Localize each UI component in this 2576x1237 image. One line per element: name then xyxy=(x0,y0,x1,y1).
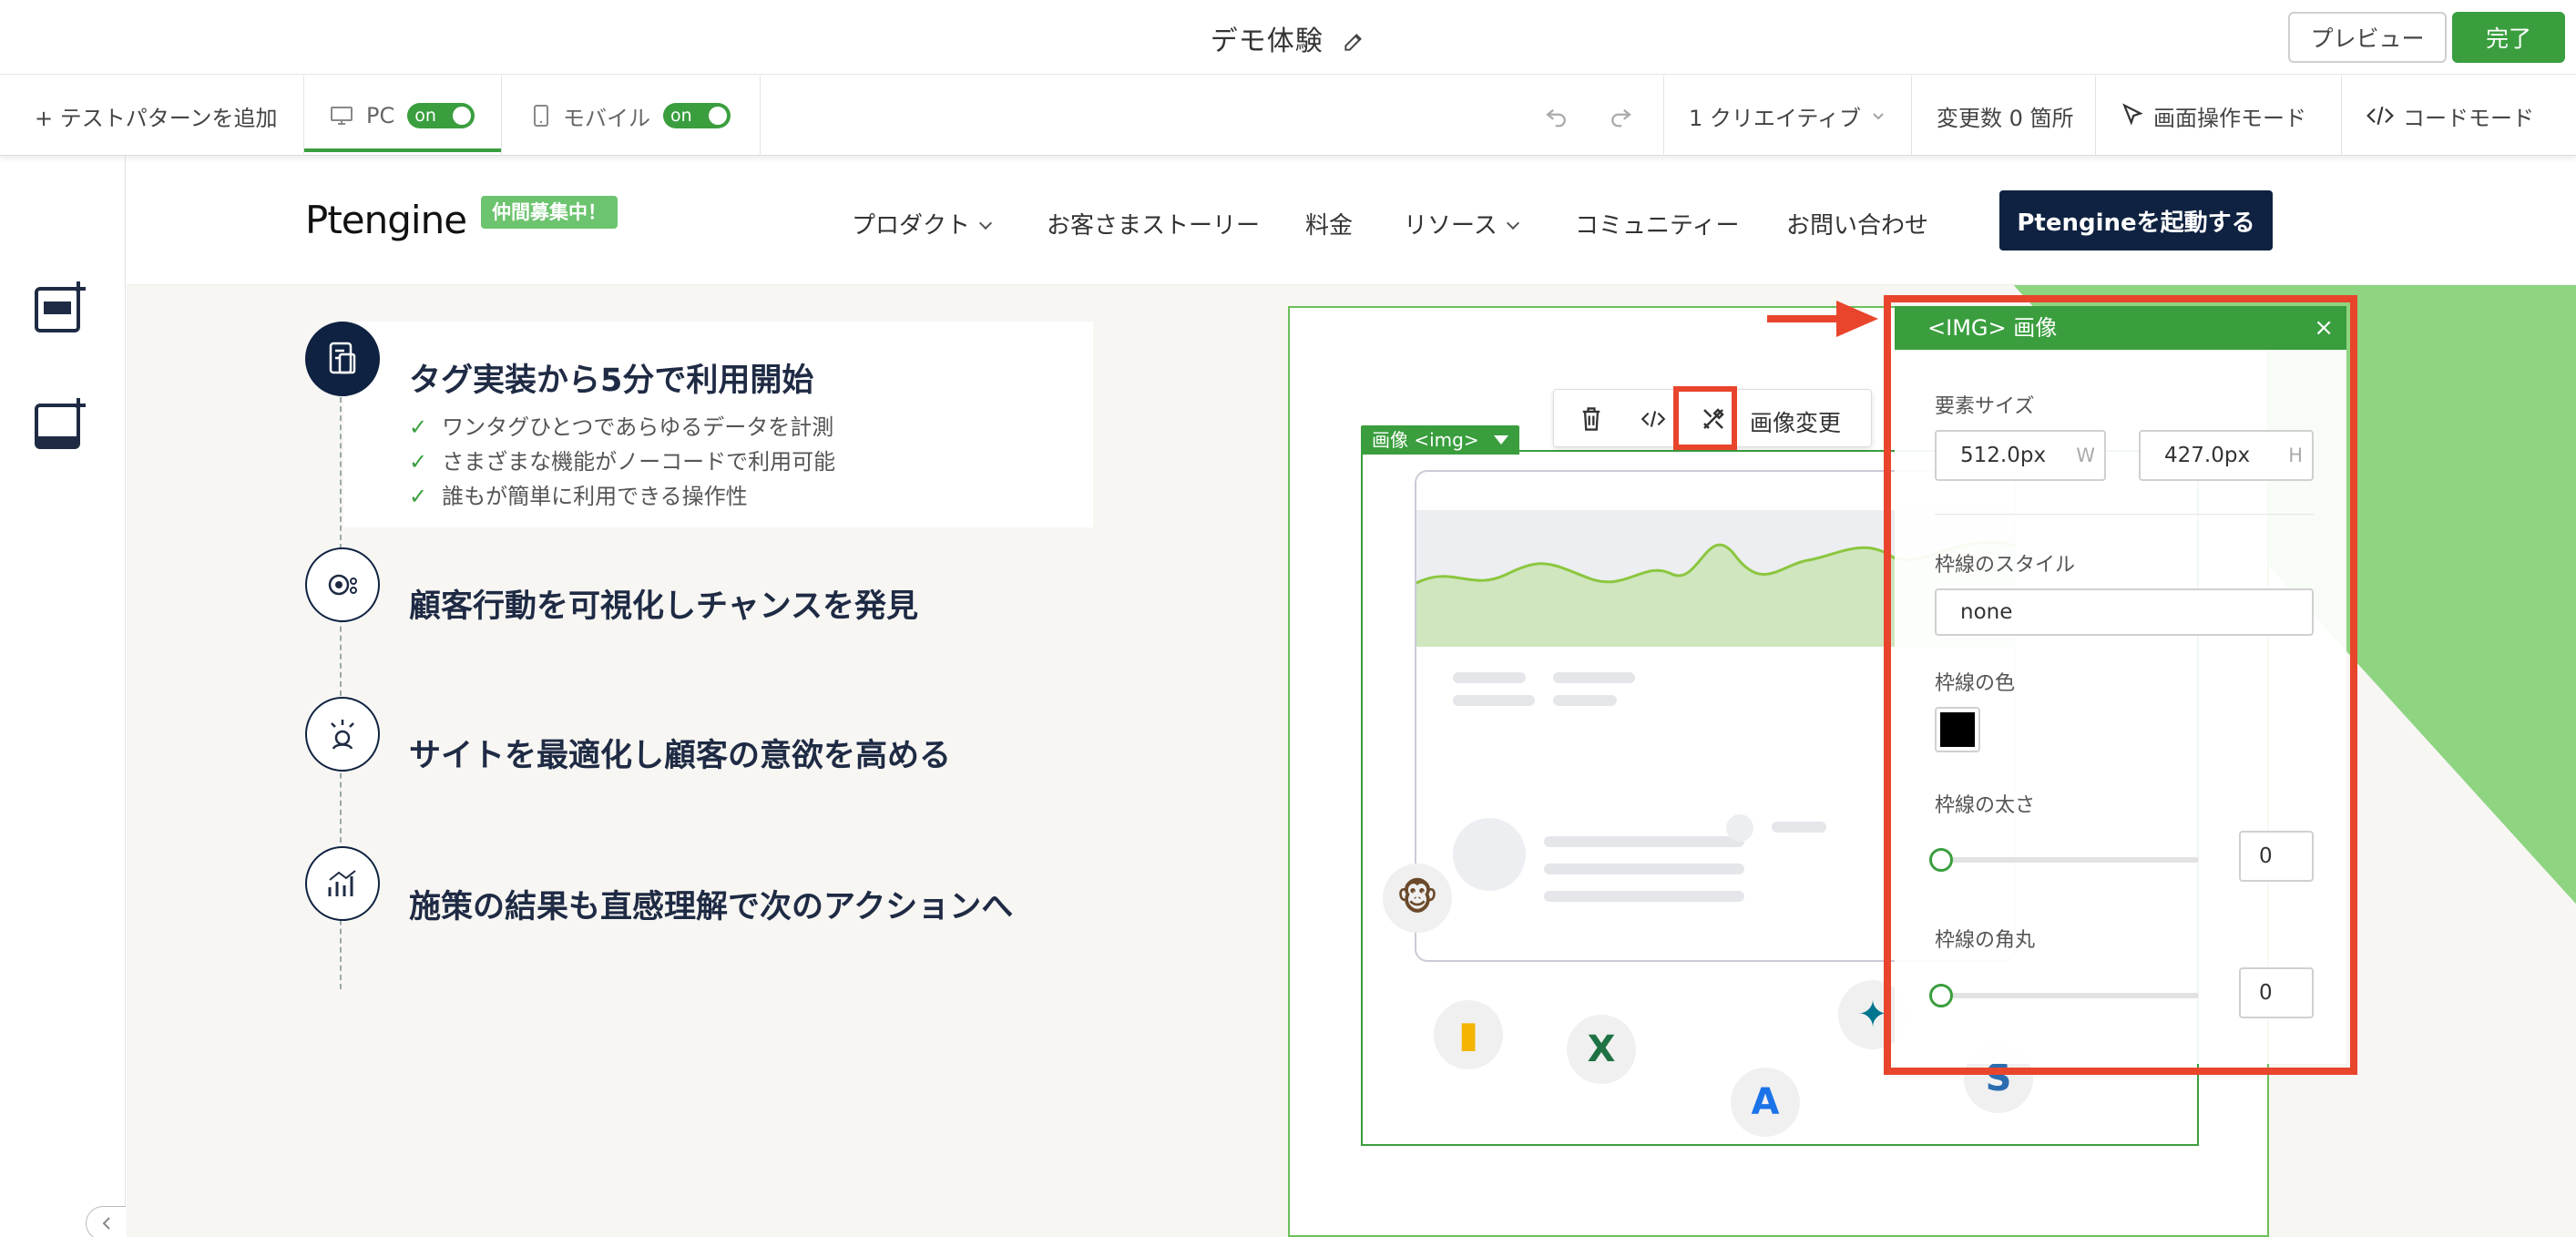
close-icon[interactable]: × xyxy=(2314,306,2334,350)
change-count[interactable]: 変更数 0 箇所 xyxy=(1937,76,2074,156)
caret-down-icon xyxy=(1493,435,1508,445)
experiment-title[interactable]: デモ体験 xyxy=(0,18,2576,58)
feature-bullet: 誰もが簡単に利用できる操作性 xyxy=(409,478,748,510)
tag-setup-icon xyxy=(305,322,380,396)
analytics-chart-icon xyxy=(305,846,380,921)
done-button[interactable]: 完了 xyxy=(2452,12,2565,63)
panel-divider xyxy=(1935,514,2314,515)
edit-code-button[interactable] xyxy=(1630,397,1676,441)
code-icon xyxy=(1641,411,1666,427)
redo-icon xyxy=(1611,108,1631,128)
nav-product[interactable]: プロダクト xyxy=(852,207,993,240)
change-image-button[interactable]: 画像変更 xyxy=(1750,405,1841,438)
nav-resources[interactable]: リソース xyxy=(1404,207,1519,240)
add-test-pattern-button[interactable]: + テストパターンを追加 xyxy=(35,76,278,156)
visualize-behavior-icon xyxy=(305,547,380,622)
edit-pencil-icon[interactable] xyxy=(1342,30,1365,54)
google-analytics-logo: ▮ xyxy=(1434,1000,1503,1069)
border-radius-slider[interactable] xyxy=(1935,993,2199,998)
border-style-select[interactable]: none xyxy=(1935,588,2314,636)
nav-customer-stories[interactable]: お客さまストーリー xyxy=(1047,207,1260,240)
active-tab-indicator xyxy=(304,148,501,152)
code-mode-button[interactable]: コードモード xyxy=(2365,76,2534,156)
creative-dropdown[interactable]: 1 クリエイティブ xyxy=(1689,76,1886,156)
image-properties-panel: <IMG> 画像 × 要素サイズ 512.0px W 427.0px H 枠線の… xyxy=(1895,306,2346,1064)
left-rail xyxy=(0,156,126,1237)
redo-button[interactable] xyxy=(1607,76,1634,156)
size-label: 要素サイズ xyxy=(1935,395,2035,418)
border-radius-label: 枠線の角丸 xyxy=(1935,929,2036,952)
google-ads-logo: A xyxy=(1731,1068,1800,1137)
hiring-badge[interactable]: 仲間募集中！ xyxy=(481,196,618,229)
cursor-pointer-icon xyxy=(2122,103,2143,126)
experiment-title-text: デモ体験 xyxy=(1210,26,1324,57)
undo-icon xyxy=(1546,108,1566,128)
image-tag-label[interactable]: 画像 <img> xyxy=(1361,425,1519,455)
border-width-input[interactable]: 0 xyxy=(2239,831,2314,882)
height-input[interactable]: 427.0px H xyxy=(2139,430,2314,481)
feature-title-1: タグ実装から5分で利用開始 xyxy=(409,363,814,399)
mobile-phone-icon xyxy=(534,105,548,127)
feature-bullet: さまざまな機能がノーコードで利用可能 xyxy=(409,444,835,475)
nav-contact[interactable]: お問い合わせ xyxy=(1786,207,1928,240)
trash-icon xyxy=(1582,407,1600,431)
title-bar: デモ体験 プレビュー 完了 xyxy=(0,0,2576,75)
code-icon xyxy=(2366,107,2394,125)
delete-button[interactable] xyxy=(1569,397,1614,441)
pc-toggle[interactable]: on xyxy=(407,103,475,128)
width-input[interactable]: 512.0px W xyxy=(1935,430,2106,481)
chevron-down-icon xyxy=(1506,216,1519,230)
arrow-annotation-head xyxy=(1836,301,1878,337)
nav-community[interactable]: コミュニティー xyxy=(1575,207,1739,240)
collapse-sidebar-button[interactable] xyxy=(86,1206,126,1237)
add-element-icon[interactable] xyxy=(33,280,89,336)
tab-pc-label: PC xyxy=(366,103,395,128)
desktop-icon xyxy=(331,107,353,125)
panel-header: <IMG> 画像 × xyxy=(1895,306,2346,350)
feature-title-3: サイトを最適化し顧客の意欲を高める xyxy=(409,738,952,774)
chevron-down-icon xyxy=(1873,113,1884,120)
border-width-slider-handle[interactable] xyxy=(1929,848,1953,872)
tab-mobile-label: モバイル xyxy=(563,105,650,131)
border-radius-slider-handle[interactable] xyxy=(1929,984,1953,1007)
panel-title: <IMG> 画像 xyxy=(1927,315,2058,341)
border-width-label: 枠線の太さ xyxy=(1935,794,2036,817)
border-color-swatch[interactable] xyxy=(1935,707,1980,752)
chevron-left-icon xyxy=(102,1217,110,1230)
undo-button[interactable] xyxy=(1543,76,1570,156)
feature-title-2: 顧客行動を可視化しチャンスを発見 xyxy=(409,588,918,625)
border-width-slider[interactable] xyxy=(1935,857,2199,863)
highlight-box xyxy=(1673,386,1737,450)
excel-logo: X xyxy=(1567,1015,1636,1084)
border-color-label: 枠線の色 xyxy=(1935,672,2016,695)
feature-bullet: ワンタグひとつであらゆるデータを計測 xyxy=(409,409,833,441)
screen-operation-mode-button[interactable]: 画面操作モード xyxy=(2119,76,2306,156)
arrow-annotation xyxy=(1767,315,1842,322)
preview-button[interactable]: プレビュー xyxy=(2288,12,2447,63)
border-style-label: 枠線のスタイル xyxy=(1935,554,2076,577)
mailchimp-logo: 🐵 xyxy=(1383,864,1452,933)
tab-pc[interactable]: PC on xyxy=(330,76,475,156)
launch-ptengine-button[interactable]: Ptengineを起動する xyxy=(1999,190,2273,250)
tab-mobile[interactable]: モバイル on xyxy=(532,76,731,156)
add-section-icon[interactable] xyxy=(33,396,89,453)
site-header: Ptengine 仲間募集中！ プロダクト お客さまストーリー 料金 リソース … xyxy=(127,156,2576,285)
optimize-site-icon xyxy=(305,697,380,772)
nav-pricing[interactable]: 料金 xyxy=(1305,207,1353,240)
ptengine-logo[interactable]: Ptengine xyxy=(305,198,467,242)
feature-title-4: 施策の結果も直感理解で次のアクションへ xyxy=(409,889,1014,925)
editor-toolbar: + テストパターンを追加 PC on モバイル on 1 クリエイティブ 変更数… xyxy=(0,76,2576,156)
border-radius-input[interactable]: 0 xyxy=(2239,967,2314,1018)
mobile-toggle[interactable]: on xyxy=(663,103,731,128)
chevron-down-icon xyxy=(978,216,993,230)
